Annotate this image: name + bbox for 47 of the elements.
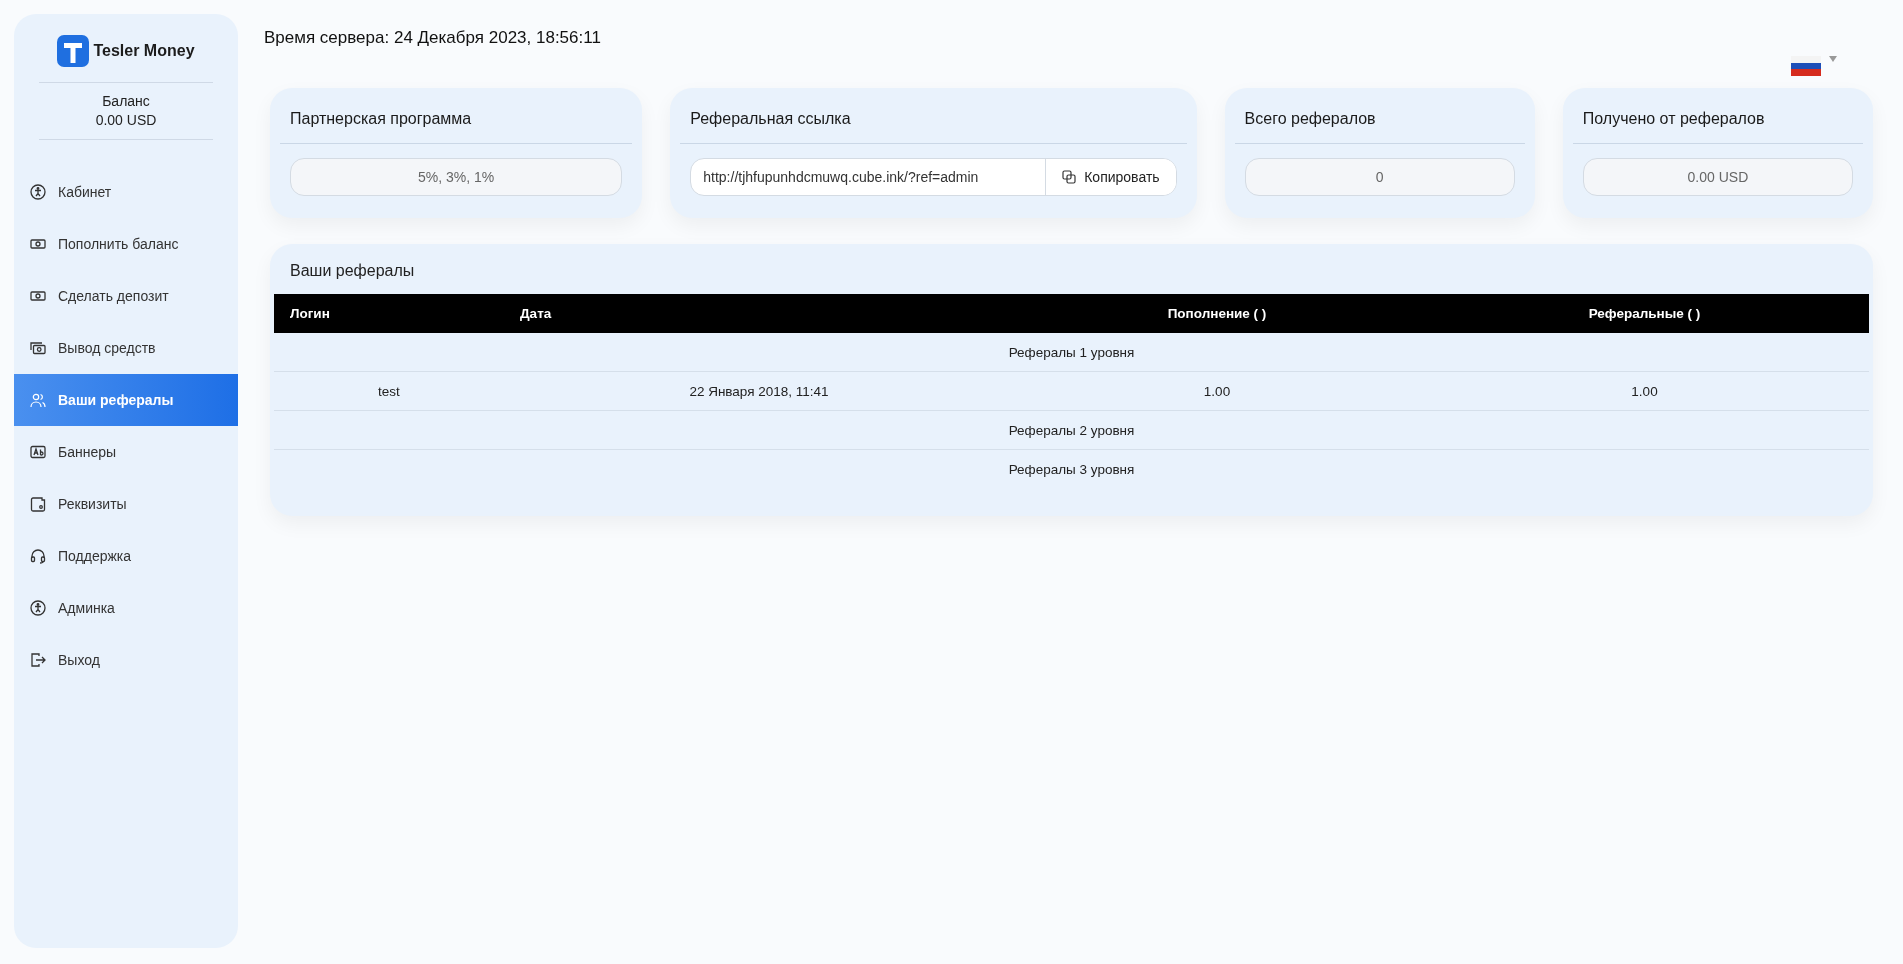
column-header: Пополнение ( ) — [1014, 294, 1420, 333]
accessibility-icon — [30, 184, 46, 200]
table-cell: 1.00 — [1014, 371, 1420, 411]
card-title: Реферальная ссылка — [680, 88, 1187, 144]
users-icon — [30, 392, 46, 408]
column-header: Логин — [274, 294, 504, 333]
value-field: 0 — [1244, 158, 1515, 196]
cash-icon — [30, 236, 46, 252]
nav-item[interactable]: Выход — [14, 634, 238, 686]
nav-item[interactable]: Пополнить баланс — [14, 218, 238, 270]
headset-icon — [30, 548, 46, 564]
table-cell: test — [274, 371, 504, 411]
column-header: Реферальные ( ) — [1420, 294, 1869, 333]
language-selector[interactable] — [1791, 56, 1837, 76]
flag-icon — [1791, 56, 1821, 76]
wallet-icon — [30, 496, 46, 512]
cash-stack-icon — [30, 340, 46, 356]
nav-item[interactable]: Реквизиты — [14, 478, 238, 530]
card-title: Партнерская программа — [280, 88, 633, 144]
group-row: Рефералы 3 уровня — [274, 449, 1869, 488]
logo-text: Tesler Money — [93, 42, 195, 60]
nav-item[interactable]: Поддержка — [14, 530, 238, 582]
balance-label: Баланс — [102, 92, 150, 111]
logo-icon — [57, 35, 90, 67]
value-field: 0.00 USD — [1582, 158, 1853, 196]
group-row: Рефералы 2 уровня — [274, 410, 1869, 450]
group-row: Рефералы 1 уровня — [274, 333, 1869, 372]
card-title: Получено от рефералов — [1572, 88, 1863, 144]
nav-item[interactable]: Кабинет — [14, 166, 238, 218]
caret-icon — [1829, 56, 1837, 62]
table-cell: 22 Января 2018, 11:41 — [504, 371, 1014, 411]
table-cell: 1.00 — [1420, 371, 1869, 411]
card-title: Ваши рефералы — [290, 262, 416, 280]
nav-item[interactable]: Баннеры — [14, 426, 238, 478]
accessibility-icon — [30, 600, 46, 616]
value-field: 5%, 3%, 1% — [290, 158, 623, 196]
balance-value: 0.00 USD — [95, 111, 157, 130]
nav-item[interactable]: Вывод средств — [14, 322, 238, 374]
server-time: Время сервера: 24 Декабря 2023, 18:56:11 — [264, 28, 601, 48]
nav-item[interactable]: Сделать депозит — [14, 270, 238, 322]
card-title: Всего рефералов — [1234, 88, 1525, 144]
nav-item[interactable]: Ваши рефералы — [14, 374, 238, 426]
column-header: Дата — [504, 294, 1014, 333]
cash-icon — [30, 288, 46, 304]
nav-item[interactable]: Админка — [14, 582, 238, 634]
ad-icon — [30, 444, 46, 460]
logout-icon — [30, 652, 46, 668]
